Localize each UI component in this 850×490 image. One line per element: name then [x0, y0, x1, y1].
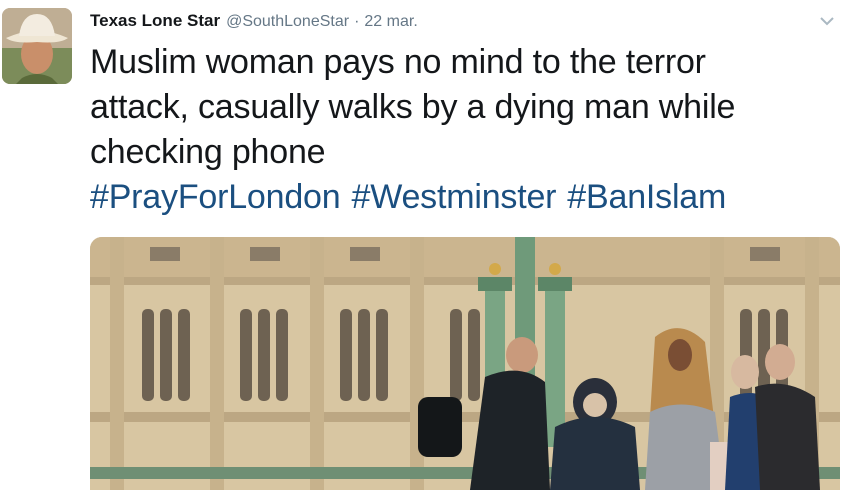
avatar[interactable]	[2, 8, 72, 84]
tweet-text-line: checking phone	[90, 133, 326, 171]
avatar-image	[2, 8, 72, 84]
tweet-text-line: Muslim woman pays no mind to the terror	[90, 43, 706, 81]
separator-dot: ·	[354, 13, 360, 30]
chevron-down-icon[interactable]	[816, 10, 838, 32]
photo-image	[90, 237, 840, 490]
hashtag-link[interactable]: #PrayForLondon	[90, 178, 341, 216]
hashtag-line: #PrayForLondon #Westminster #BanIslam	[90, 175, 840, 220]
author-name[interactable]: Texas Lone Star	[90, 11, 220, 31]
tweet-text-line: attack, casually walks by a dying man wh…	[90, 88, 736, 126]
tweet-photo[interactable]	[90, 237, 840, 490]
hashtag-link[interactable]: #BanIslam	[567, 178, 726, 216]
tweet-text: Muslim woman pays no mind to the terror …	[90, 40, 840, 220]
tweet-date[interactable]: 22 mar.	[364, 13, 417, 31]
tweet-header: Texas Lone Star @SouthLoneStar · 22 mar.	[90, 11, 418, 33]
author-handle[interactable]: @SouthLoneStar	[226, 13, 349, 31]
hashtag-link[interactable]: #Westminster	[351, 178, 556, 216]
